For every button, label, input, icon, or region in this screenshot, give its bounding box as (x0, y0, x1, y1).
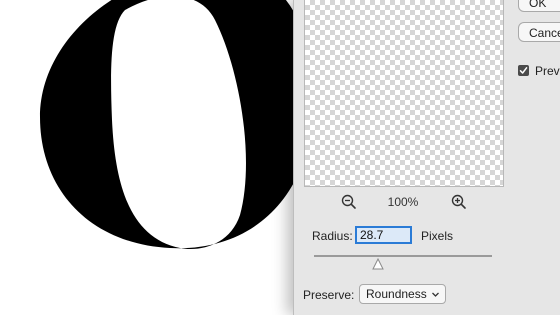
radius-slider-track[interactable] (314, 255, 492, 257)
preserve-selected-value: Roundness (366, 287, 427, 301)
radius-label: Radius: (312, 229, 353, 243)
chevron-down-icon (432, 292, 439, 297)
radius-unit-label: Pixels (421, 229, 454, 243)
preserve-label: Preserve: (303, 288, 355, 302)
filter-preview-pane[interactable] (304, 0, 504, 187)
zoom-in-button[interactable] (450, 193, 468, 211)
minimum-filter-dialog: 100% OK Cancel Preview Radius: Pixels Pr… (293, 0, 560, 315)
cancel-button[interactable]: Cancel (518, 22, 560, 42)
zoom-out-icon (341, 194, 356, 209)
preview-checkbox-row[interactable]: Preview (518, 63, 560, 79)
zoom-level-readout: 100% (387, 195, 419, 209)
preserve-select[interactable]: Roundness (359, 284, 446, 304)
letter-o-glyph (40, 0, 300, 249)
preview-checkbox-label: Preview (535, 63, 560, 78)
radius-slider-thumb[interactable] (372, 258, 384, 270)
zoom-out-button[interactable] (340, 193, 358, 211)
checkmark-icon (519, 67, 528, 75)
document-canvas[interactable] (0, 0, 300, 315)
zoom-in-icon (451, 194, 466, 209)
radius-input[interactable] (355, 226, 412, 244)
ok-button[interactable]: OK (518, 0, 560, 12)
preview-checkbox[interactable] (518, 65, 529, 77)
